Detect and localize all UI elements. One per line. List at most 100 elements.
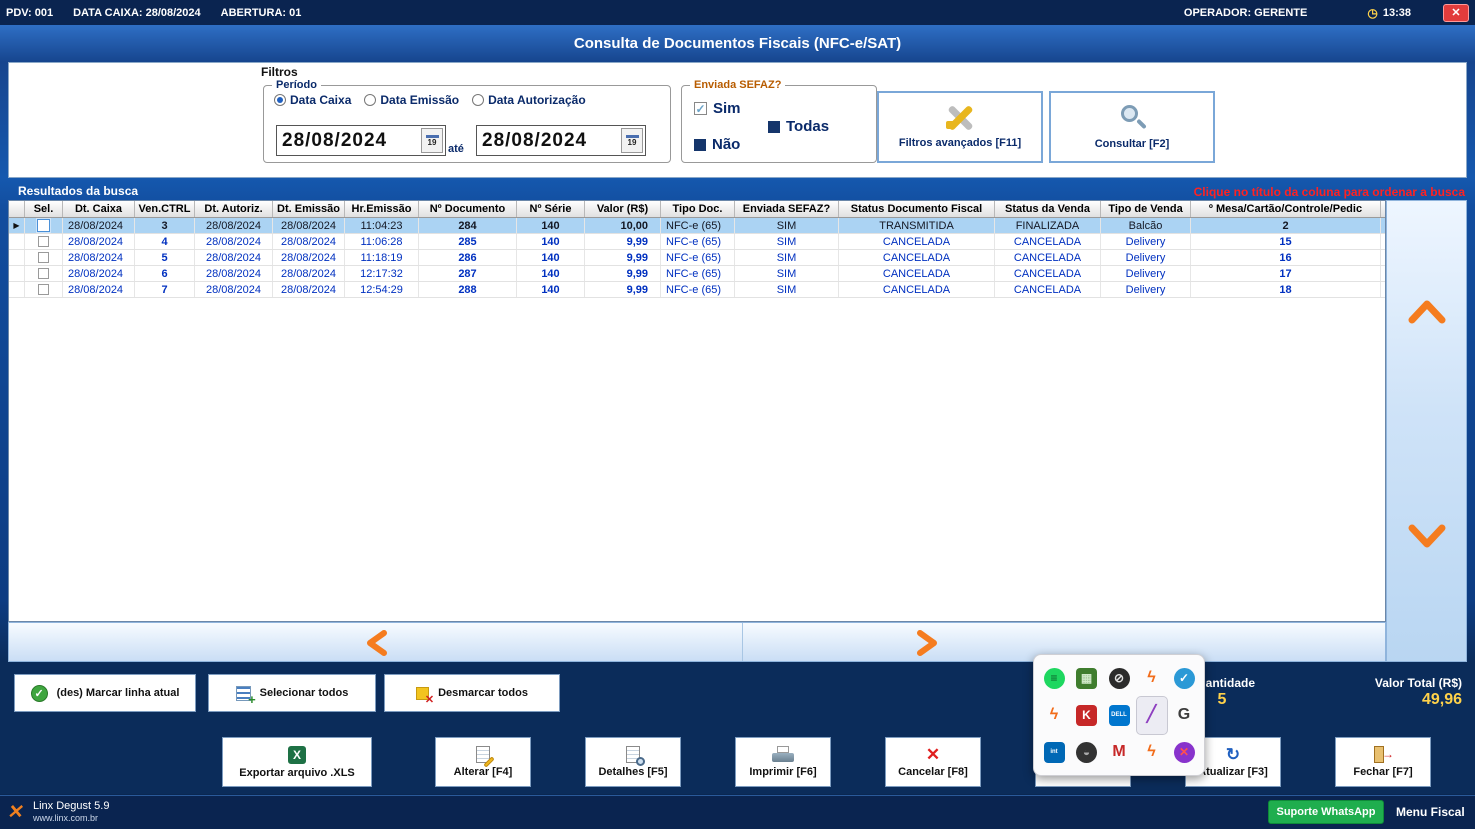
table-cell: 11:06:28 — [345, 234, 419, 249]
security-shield-tray-icon[interactable]: ✓ — [1169, 660, 1199, 697]
table-cell: 28/08/2024 — [63, 266, 135, 281]
row-checkbox[interactable] — [38, 252, 49, 263]
spotify-tray-icon[interactable]: ≡ — [1039, 660, 1069, 697]
row-checkbox[interactable] — [37, 219, 50, 232]
orange-flash-tray-icon[interactable]: ϟ — [1137, 660, 1167, 697]
scroll-up-icon[interactable] — [1406, 299, 1448, 325]
checkbox-nao-label: Não — [712, 136, 740, 153]
checkbox-nao[interactable]: Não — [694, 136, 740, 153]
imprimir-label: Imprimir [F6] — [749, 766, 816, 778]
row-checkbox[interactable] — [38, 268, 49, 279]
column-header[interactable]: º Mesa/Cartão/Controle/Pedic — [1191, 201, 1381, 217]
fechar-button[interactable]: → Fechar [F7] — [1335, 737, 1431, 787]
cancelar-label: Cancelar [F8] — [898, 766, 968, 778]
column-header[interactable]: Tipo Doc. — [661, 201, 735, 217]
clock: ◷ 13:38 — [1367, 6, 1411, 20]
export-xls-button[interactable]: X Exportar arquivo .XLS — [222, 737, 372, 787]
orange-flash-tray-icon[interactable]: ϟ — [1039, 697, 1069, 734]
vertical-scroll-panel[interactable] — [1386, 200, 1467, 662]
column-header[interactable]: Enviada SEFAZ? — [735, 201, 839, 217]
mark-current-row-button[interactable]: ✓ (des) Marcar linha atual — [14, 674, 196, 712]
advanced-filters-label: Filtros avançados [F11] — [899, 137, 1021, 149]
results-label: Resultados da busca — [18, 184, 138, 198]
column-header[interactable]: Nº Documento — [419, 201, 517, 217]
red-k-tray-icon[interactable]: K — [1072, 697, 1102, 734]
app-name-label: Linx Degust 5.9 — [33, 800, 109, 812]
periodo-label: Período — [272, 79, 321, 91]
table-cell: Delivery — [1101, 250, 1191, 265]
detalhes-button[interactable]: Detalhes [F5] — [585, 737, 681, 787]
select-all-button[interactable]: + Selecionar todos — [208, 674, 376, 712]
column-header[interactable]: Dt. Emissão — [273, 201, 345, 217]
table-row[interactable]: 28/08/2024428/08/202428/08/202411:06:282… — [9, 234, 1385, 250]
red-m-tray-icon[interactable]: M — [1104, 734, 1134, 771]
table-cell: 28/08/2024 — [63, 218, 135, 233]
dark-sphere-tray-icon[interactable]: ◒ — [1072, 734, 1102, 771]
column-header[interactable]: Valor (R$) — [585, 201, 661, 217]
table-cell: CANCELADA — [839, 250, 995, 265]
dell-tray-icon[interactable]: DELL — [1104, 697, 1134, 734]
table-cell: 140 — [517, 266, 585, 281]
radio-data-autorizacao[interactable]: Data Autorização — [472, 93, 586, 107]
column-header[interactable]: Tipo de Venda — [1101, 201, 1191, 217]
close-button[interactable]: ✕ — [1443, 4, 1469, 22]
row-marker-icon: ▶ — [13, 222, 19, 230]
calendar-icon[interactable]: 19 — [421, 128, 443, 153]
column-header[interactable]: Dt. Caixa — [63, 201, 135, 217]
scroll-down-icon[interactable] — [1406, 523, 1448, 549]
tools-icon — [942, 105, 978, 131]
table-row[interactable]: 28/08/2024628/08/202428/08/202412:17:322… — [9, 266, 1385, 282]
checkbox-sim[interactable]: ✓ Sim — [694, 100, 741, 117]
column-header[interactable]: Nº Série — [517, 201, 585, 217]
purple-x-tray-icon[interactable]: ✕ — [1169, 734, 1199, 771]
date-from-input[interactable]: 28/08/2024 19 — [276, 125, 446, 156]
alterar-button[interactable]: Alterar [F4] — [435, 737, 531, 787]
table-row[interactable]: ▶28/08/2024328/08/202428/08/202411:04:23… — [9, 218, 1385, 234]
table-row[interactable]: 28/08/2024728/08/202428/08/202412:54:292… — [9, 282, 1385, 298]
table-cell: Balcão — [1101, 218, 1191, 233]
row-gutter — [9, 282, 25, 297]
green-app-tray-icon[interactable]: ▦ — [1072, 660, 1102, 697]
intel-tray-icon[interactable]: int — [1039, 734, 1069, 771]
row-checkbox[interactable] — [38, 284, 49, 295]
sefaz-groupbox: Enviada SEFAZ? ✓ Sim Todas Não — [681, 79, 877, 163]
results-grid: Sel.Dt. CaixaVen.CTRLDt. Autoriz.Dt. Emi… — [8, 200, 1386, 622]
table-cell: 9,99 — [585, 234, 661, 249]
column-header[interactable]: Dt. Autoriz. — [195, 201, 273, 217]
table-cell: 28/08/2024 — [273, 218, 345, 233]
checkbox-checked-icon: ✓ — [694, 102, 707, 115]
periodo-groupbox: Período Data Caixa Data Emissão Data Aut… — [263, 79, 671, 163]
column-header[interactable]: Status Documento Fiscal — [839, 201, 995, 217]
orange-flash-tray-icon[interactable]: ϟ — [1137, 734, 1167, 771]
date-to-input[interactable]: 28/08/2024 19 — [476, 125, 646, 156]
advanced-filters-button[interactable]: Filtros avançados [F11] — [877, 91, 1043, 163]
select-all-label: Selecionar todos — [260, 687, 349, 699]
deselect-all-button[interactable]: ✕ Desmarcar todos — [384, 674, 560, 712]
table-cell: 285 — [419, 234, 517, 249]
column-header[interactable]: Status da Venda — [995, 201, 1101, 217]
table-row[interactable]: 28/08/2024528/08/202428/08/202411:18:192… — [9, 250, 1385, 266]
imprimir-button[interactable]: Imprimir [F6] — [735, 737, 831, 787]
table-cell: FINALIZADA — [995, 218, 1101, 233]
scroll-left-icon[interactable] — [364, 629, 390, 657]
table-cell: 9,99 — [585, 266, 661, 281]
search-button[interactable]: Consultar [F2] — [1049, 91, 1215, 163]
menu-fiscal-button[interactable]: Menu Fiscal — [1396, 805, 1465, 819]
brush-tray-icon[interactable]: ╱ — [1137, 697, 1167, 734]
whatsapp-support-button[interactable]: Suporte WhatsApp — [1268, 800, 1384, 824]
blocked-app-tray-icon[interactable]: ⊘ — [1104, 660, 1134, 697]
calendar-icon[interactable]: 19 — [621, 128, 643, 153]
row-checkbox[interactable] — [38, 236, 49, 247]
scroll-right-icon[interactable] — [914, 629, 940, 657]
grid-body: ▶28/08/2024328/08/202428/08/202411:04:23… — [9, 218, 1385, 298]
column-header[interactable]: Sel. — [25, 201, 63, 217]
column-header[interactable]: Ven.CTRL — [135, 201, 195, 217]
cancelar-button[interactable]: ✕ Cancelar [F8] — [885, 737, 981, 787]
table-cell: 28/08/2024 — [63, 234, 135, 249]
column-header[interactable]: Hr.Emissão — [345, 201, 419, 217]
pdv-label: PDV: 001 — [6, 7, 53, 19]
grammarly-tray-icon[interactable]: G — [1169, 697, 1199, 734]
checkbox-todas[interactable]: Todas — [768, 118, 829, 135]
radio-data-caixa[interactable]: Data Caixa — [274, 93, 351, 107]
radio-data-emissao[interactable]: Data Emissão — [364, 93, 459, 107]
